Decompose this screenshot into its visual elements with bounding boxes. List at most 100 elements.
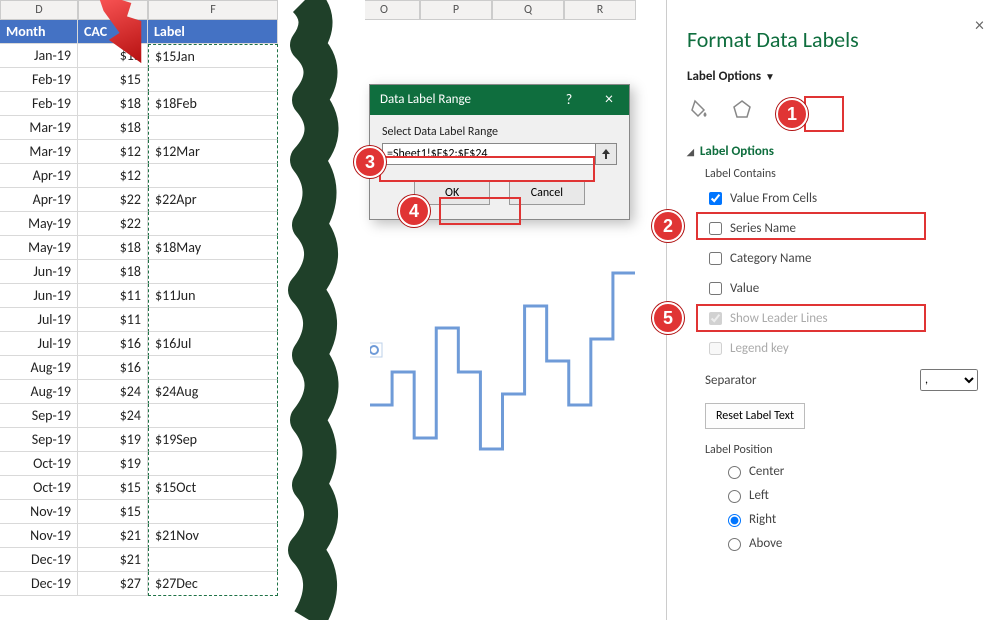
- dialog-close-button[interactable]: ×: [589, 85, 629, 115]
- cell[interactable]: Nov-19: [0, 524, 78, 548]
- effects-icon[interactable]: [729, 96, 755, 122]
- col-header-o[interactable]: O: [348, 0, 420, 20]
- cell[interactable]: [148, 212, 278, 236]
- dialog-title: Data Label Range ? ×: [370, 85, 629, 115]
- cell[interactable]: $18: [78, 260, 148, 284]
- cell[interactable]: $24Aug: [148, 380, 278, 404]
- cell[interactable]: Apr-19: [0, 164, 78, 188]
- pos-left[interactable]: Left: [723, 487, 978, 503]
- cell[interactable]: Nov-19: [0, 500, 78, 524]
- pos-right[interactable]: Right: [723, 511, 978, 527]
- cell[interactable]: $12: [78, 140, 148, 164]
- dialog-help-button[interactable]: ?: [549, 85, 589, 115]
- cell[interactable]: Feb-19: [0, 68, 78, 92]
- cell[interactable]: $27Dec: [148, 572, 278, 596]
- header-cell[interactable]: Label: [148, 20, 278, 44]
- cell[interactable]: Mar-19: [0, 116, 78, 140]
- cell[interactable]: $18: [78, 236, 148, 260]
- cell[interactable]: [148, 68, 278, 92]
- cell[interactable]: $27: [78, 572, 148, 596]
- cell[interactable]: $15: [78, 500, 148, 524]
- pane-close-button[interactable]: ×: [975, 14, 984, 36]
- cell[interactable]: $18May: [148, 236, 278, 260]
- cell[interactable]: [148, 116, 278, 140]
- label-range-input[interactable]: [382, 143, 596, 165]
- cell[interactable]: Aug-19: [0, 380, 78, 404]
- cell[interactable]: $18: [78, 116, 148, 140]
- cell[interactable]: May-19: [0, 212, 78, 236]
- section-label-options[interactable]: Label Options: [687, 144, 978, 159]
- cell[interactable]: Sep-19: [0, 404, 78, 428]
- cell[interactable]: $21Nov: [148, 524, 278, 548]
- range-collapse-button[interactable]: [595, 143, 617, 165]
- cell[interactable]: $24: [78, 404, 148, 428]
- cell[interactable]: $15: [78, 68, 148, 92]
- col-header-r[interactable]: R: [564, 0, 636, 20]
- opt-category-name[interactable]: Category Name: [705, 247, 978, 269]
- cell[interactable]: Apr-19: [0, 188, 78, 212]
- cell[interactable]: Feb-19: [0, 92, 78, 116]
- cell[interactable]: $11: [78, 308, 148, 332]
- cell[interactable]: [148, 308, 278, 332]
- cell[interactable]: Jul-19: [0, 308, 78, 332]
- cell[interactable]: Aug-19: [0, 356, 78, 380]
- cell[interactable]: Oct-19: [0, 452, 78, 476]
- col-header-d[interactable]: D: [0, 0, 78, 20]
- cell[interactable]: Mar-19: [0, 140, 78, 164]
- opt-legend-key: Legend key: [705, 337, 978, 359]
- cell[interactable]: $12: [78, 164, 148, 188]
- cell[interactable]: Dec-19: [0, 548, 78, 572]
- col-header-p[interactable]: P: [420, 0, 492, 20]
- header-cell[interactable]: Month: [0, 20, 78, 44]
- reset-label-text-button[interactable]: Reset Label Text: [705, 403, 805, 429]
- opt-value-from-cells[interactable]: Value From Cells: [705, 187, 978, 209]
- red-arrow-annotation: [82, 0, 152, 66]
- fill-line-icon[interactable]: [687, 96, 713, 122]
- cell[interactable]: Oct-19: [0, 476, 78, 500]
- cell[interactable]: [148, 356, 278, 380]
- cell[interactable]: [148, 500, 278, 524]
- cell[interactable]: May-19: [0, 236, 78, 260]
- opt-series-name[interactable]: Series Name: [705, 217, 978, 239]
- step-badge-4: 4: [398, 195, 430, 227]
- cell[interactable]: [148, 260, 278, 284]
- cell[interactable]: Jul-19: [0, 332, 78, 356]
- col-header-f[interactable]: F: [148, 0, 278, 20]
- cell[interactable]: $18Feb: [148, 92, 278, 116]
- separator-select[interactable]: ,: [920, 369, 978, 391]
- cell[interactable]: Sep-19: [0, 428, 78, 452]
- cell[interactable]: $21: [78, 524, 148, 548]
- cell[interactable]: Jun-19: [0, 284, 78, 308]
- cell[interactable]: Jan-19: [0, 44, 78, 68]
- cell[interactable]: $12Mar: [148, 140, 278, 164]
- cell[interactable]: $16Jul: [148, 332, 278, 356]
- pos-center[interactable]: Center: [723, 463, 978, 479]
- cell[interactable]: $22: [78, 188, 148, 212]
- cell[interactable]: $11Jun: [148, 284, 278, 308]
- cell[interactable]: $18: [78, 92, 148, 116]
- cell[interactable]: [148, 164, 278, 188]
- cell[interactable]: $24: [78, 380, 148, 404]
- cell[interactable]: Jun-19: [0, 260, 78, 284]
- cell[interactable]: $19Sep: [148, 428, 278, 452]
- cell[interactable]: $15: [78, 476, 148, 500]
- cell[interactable]: [148, 452, 278, 476]
- pos-above[interactable]: Above: [723, 535, 978, 551]
- cell[interactable]: $22Apr: [148, 188, 278, 212]
- cell[interactable]: $15Oct: [148, 476, 278, 500]
- cell[interactable]: $19: [78, 452, 148, 476]
- cell[interactable]: $21: [78, 548, 148, 572]
- pane-subtitle[interactable]: Label Options▼: [687, 69, 775, 84]
- cell[interactable]: Dec-19: [0, 572, 78, 596]
- cell[interactable]: $16: [78, 332, 148, 356]
- cell[interactable]: $22: [78, 212, 148, 236]
- cell[interactable]: [148, 548, 278, 572]
- cell[interactable]: $11: [78, 284, 148, 308]
- cell[interactable]: [148, 404, 278, 428]
- cell[interactable]: $16: [78, 356, 148, 380]
- opt-value[interactable]: Value: [705, 277, 978, 299]
- cell[interactable]: $19: [78, 428, 148, 452]
- dialog-cancel-button[interactable]: Cancel: [509, 181, 585, 205]
- col-header-q[interactable]: Q: [492, 0, 564, 20]
- cell[interactable]: $15Jan: [148, 44, 278, 68]
